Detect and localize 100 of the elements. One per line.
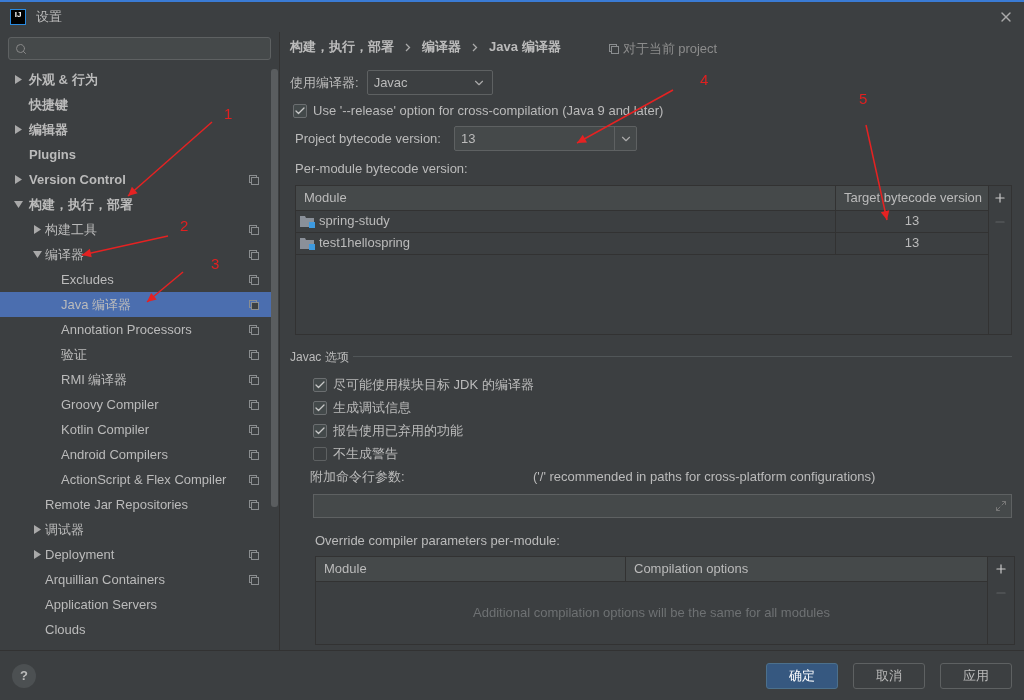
compiler-select[interactable]: Javac xyxy=(366,70,493,95)
tree-item[interactable]: Clouds xyxy=(45,619,86,640)
breadcrumb-item: 编译器 xyxy=(422,38,461,57)
annotation-number: 3 xyxy=(211,256,220,271)
copy-icon xyxy=(249,574,259,585)
module-folder-icon xyxy=(300,214,315,228)
tree-item[interactable]: 编译器 xyxy=(45,244,84,265)
collapsed-arrow-icon[interactable] xyxy=(33,525,42,534)
table-cell-text: 13 xyxy=(903,212,921,231)
annotation-number: 5 xyxy=(859,91,868,106)
field-label: 附加命令行参数: xyxy=(310,467,406,486)
help-button[interactable]: ? xyxy=(12,663,36,688)
checkbox-label: 尽可能使用模块目标 JDK 的编译器 xyxy=(333,376,534,395)
add-icon[interactable] xyxy=(994,562,1008,576)
tree-item[interactable]: Groovy Compiler xyxy=(61,394,159,415)
tree-item[interactable]: Version Control xyxy=(29,169,126,190)
window-title: 设置 xyxy=(36,8,62,27)
table-cell-text: test1hellospring xyxy=(319,234,411,253)
column-header[interactable]: Module xyxy=(316,557,626,581)
checkbox[interactable] xyxy=(313,378,327,392)
checkbox-label: 不生成警告 xyxy=(333,445,398,464)
copy-icon xyxy=(249,474,259,485)
tree-item[interactable]: 调试器 xyxy=(45,519,84,540)
chevron-right-icon xyxy=(405,42,411,52)
dialog-button[interactable]: 确定 xyxy=(766,662,838,689)
table-cell-text: spring-study xyxy=(319,212,390,231)
checkbox[interactable] xyxy=(313,447,327,461)
tree-item[interactable]: Plugins xyxy=(29,144,76,165)
app-logo: IJ xyxy=(10,9,26,25)
column-header[interactable]: Module xyxy=(296,185,836,210)
collapsed-arrow-icon[interactable] xyxy=(14,175,23,184)
tree-item[interactable]: Remote Jar Repositories xyxy=(45,494,189,515)
annotation-number: 1 xyxy=(224,106,233,121)
checkbox[interactable] xyxy=(313,401,327,415)
tree-item[interactable]: Excludes xyxy=(61,269,114,290)
copy-icon xyxy=(608,43,619,54)
copy-icon xyxy=(249,449,259,460)
expanded-arrow-icon[interactable] xyxy=(14,200,23,209)
annotation-number: 4 xyxy=(700,72,709,87)
checkbox[interactable] xyxy=(313,424,327,438)
dialog-button[interactable]: 应用 xyxy=(940,662,1012,689)
add-icon[interactable] xyxy=(993,190,1007,205)
tree-item[interactable]: Application Servers xyxy=(45,594,157,615)
tree-item[interactable]: ActionScript & Flex Compiler xyxy=(61,469,227,490)
annotation-number: 2 xyxy=(180,218,189,233)
annotation-arrow xyxy=(146,271,184,303)
section-label: Override compiler parameters per-module: xyxy=(314,531,561,550)
copy-icon xyxy=(249,299,259,310)
breadcrumb-item: Java 编译器 xyxy=(489,38,561,57)
collapsed-arrow-icon[interactable] xyxy=(14,125,23,134)
bytecode-version-select[interactable]: 13 xyxy=(454,126,637,151)
dialog-button[interactable]: 取消 xyxy=(853,662,925,689)
copy-icon xyxy=(249,374,259,385)
tree-item-label: Java 编译器 xyxy=(61,295,132,314)
copy-icon xyxy=(249,349,259,360)
copy-icon xyxy=(249,499,259,510)
copy-icon xyxy=(249,174,259,185)
hint-text: ('/' recommended in paths for cross-platform configurations) xyxy=(533,467,876,486)
tree-item[interactable]: 验证 xyxy=(61,344,87,365)
collapsed-arrow-icon[interactable] xyxy=(33,550,42,559)
tree-item[interactable]: 快捷键 xyxy=(29,94,68,115)
tree-item[interactable]: 构建，执行，部署 xyxy=(29,194,133,215)
chevron-right-icon xyxy=(472,42,478,52)
field-label: 使用编译器: xyxy=(290,73,359,92)
copy-icon xyxy=(249,224,259,235)
column-header[interactable]: Compilation options xyxy=(626,557,987,581)
expanded-arrow-icon[interactable] xyxy=(33,250,42,259)
tree-item[interactable]: 编辑器 xyxy=(29,119,68,140)
collapsed-arrow-icon[interactable] xyxy=(33,225,42,234)
section-title: Javac 选项 xyxy=(290,348,349,366)
checkbox[interactable] xyxy=(293,104,307,118)
module-folder-icon xyxy=(300,236,315,250)
tree-item[interactable]: RMI 编译器 xyxy=(61,369,128,390)
scrollbar-thumb[interactable] xyxy=(271,69,278,507)
breadcrumb-item: 构建，执行，部署 xyxy=(290,38,394,57)
field-label: Project bytecode version: xyxy=(295,129,442,148)
search-icon xyxy=(15,42,27,55)
tree-item[interactable]: Arquillian Containers xyxy=(45,569,165,590)
column-header[interactable]: Target bytecode version xyxy=(836,185,988,210)
copy-icon xyxy=(249,549,259,560)
copy-icon xyxy=(249,424,259,435)
tree-item[interactable]: Kotlin Compiler xyxy=(61,419,150,440)
scope-note: 对于当前 project xyxy=(622,39,718,58)
checkbox-label: 报告使用已弃用的功能 xyxy=(333,422,463,441)
collapsed-arrow-icon[interactable] xyxy=(14,75,23,84)
section-label: Per-module bytecode version: xyxy=(294,160,469,178)
copy-icon xyxy=(249,399,259,410)
tree-item[interactable]: Android Compilers xyxy=(61,444,168,465)
copy-icon xyxy=(249,249,259,260)
copy-icon xyxy=(249,274,259,285)
tree-item[interactable]: 外观 & 行为 xyxy=(29,69,98,90)
tree-item[interactable]: 构建工具 xyxy=(45,219,97,240)
checkbox-label: 生成调试信息 xyxy=(333,399,411,418)
tree-item[interactable]: Annotation Processors xyxy=(61,319,192,340)
arguments-field[interactable] xyxy=(313,493,1012,518)
tree-item[interactable]: Deployment xyxy=(45,544,115,565)
checkbox-label: Use '--release' option for cross-compilation (Java 9 and later) xyxy=(313,102,664,121)
table-cell-text: 13 xyxy=(903,234,921,253)
search-field[interactable] xyxy=(8,37,271,60)
copy-icon xyxy=(249,324,259,335)
